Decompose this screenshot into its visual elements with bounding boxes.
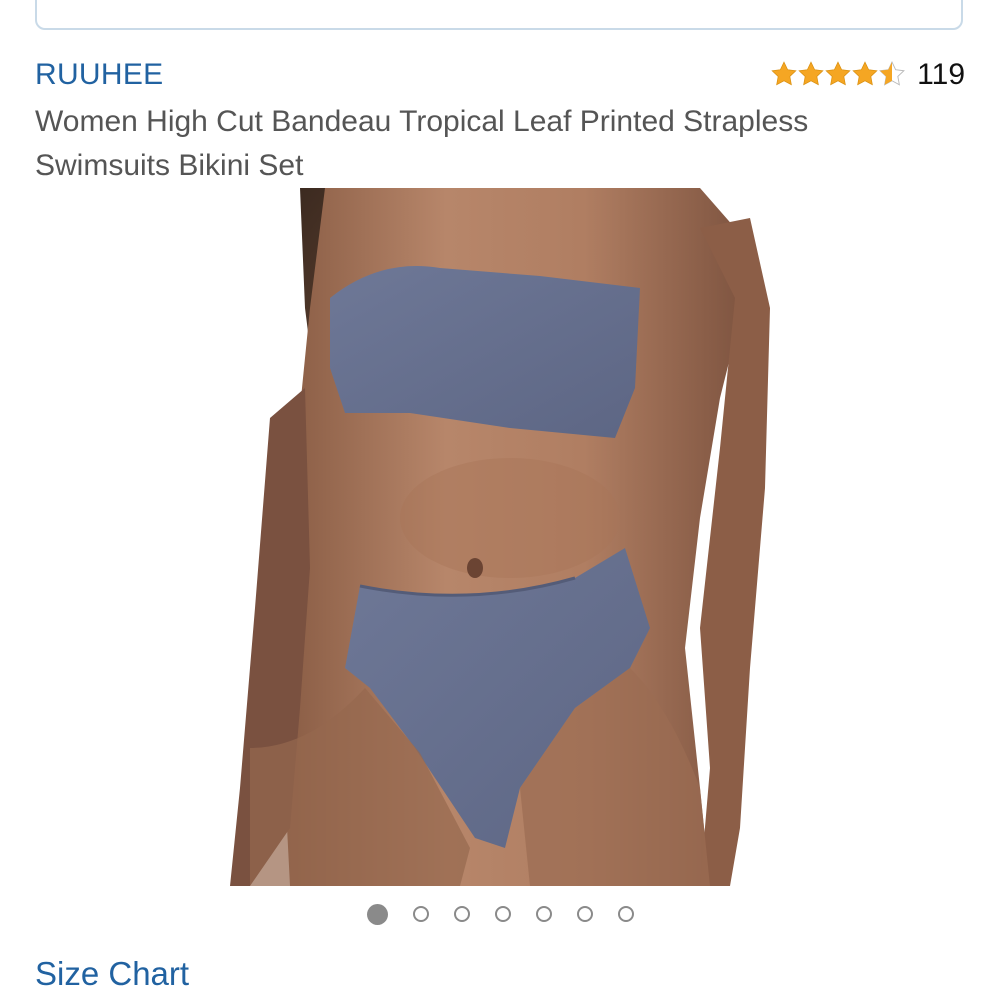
carousel-dot-active[interactable] — [366, 904, 388, 925]
image-carousel-dots[interactable] — [0, 904, 1000, 925]
carousel-dot[interactable] — [576, 906, 593, 922]
star-rating — [770, 60, 906, 90]
star-full-icon — [852, 61, 878, 86]
star-full-icon — [771, 61, 797, 86]
star-full-icon — [798, 61, 824, 86]
star-full-icon — [825, 61, 851, 86]
carousel-dot[interactable] — [412, 906, 429, 922]
brand-link[interactable]: RUUHEE — [35, 58, 163, 92]
product-detail-page: RUUHEE 119 Women High Cut Bandeau Tropic… — [0, 0, 1000, 1000]
carousel-dot[interactable] — [535, 906, 552, 922]
product-title: Women High Cut Bandeau Tropical Leaf Pri… — [35, 105, 809, 182]
search-input[interactable] — [35, 0, 963, 30]
product-photo — [230, 188, 770, 886]
product-image[interactable] — [230, 188, 770, 886]
customer-rating[interactable]: 119 — [770, 58, 965, 92]
carousel-dot[interactable] — [617, 906, 634, 922]
star-half-icon — [879, 61, 906, 86]
carousel-dot[interactable] — [494, 906, 511, 922]
carousel-dot[interactable] — [453, 906, 470, 922]
size-chart-link[interactable]: Size Chart — [35, 955, 189, 993]
rating-count: 119 — [917, 58, 965, 91]
